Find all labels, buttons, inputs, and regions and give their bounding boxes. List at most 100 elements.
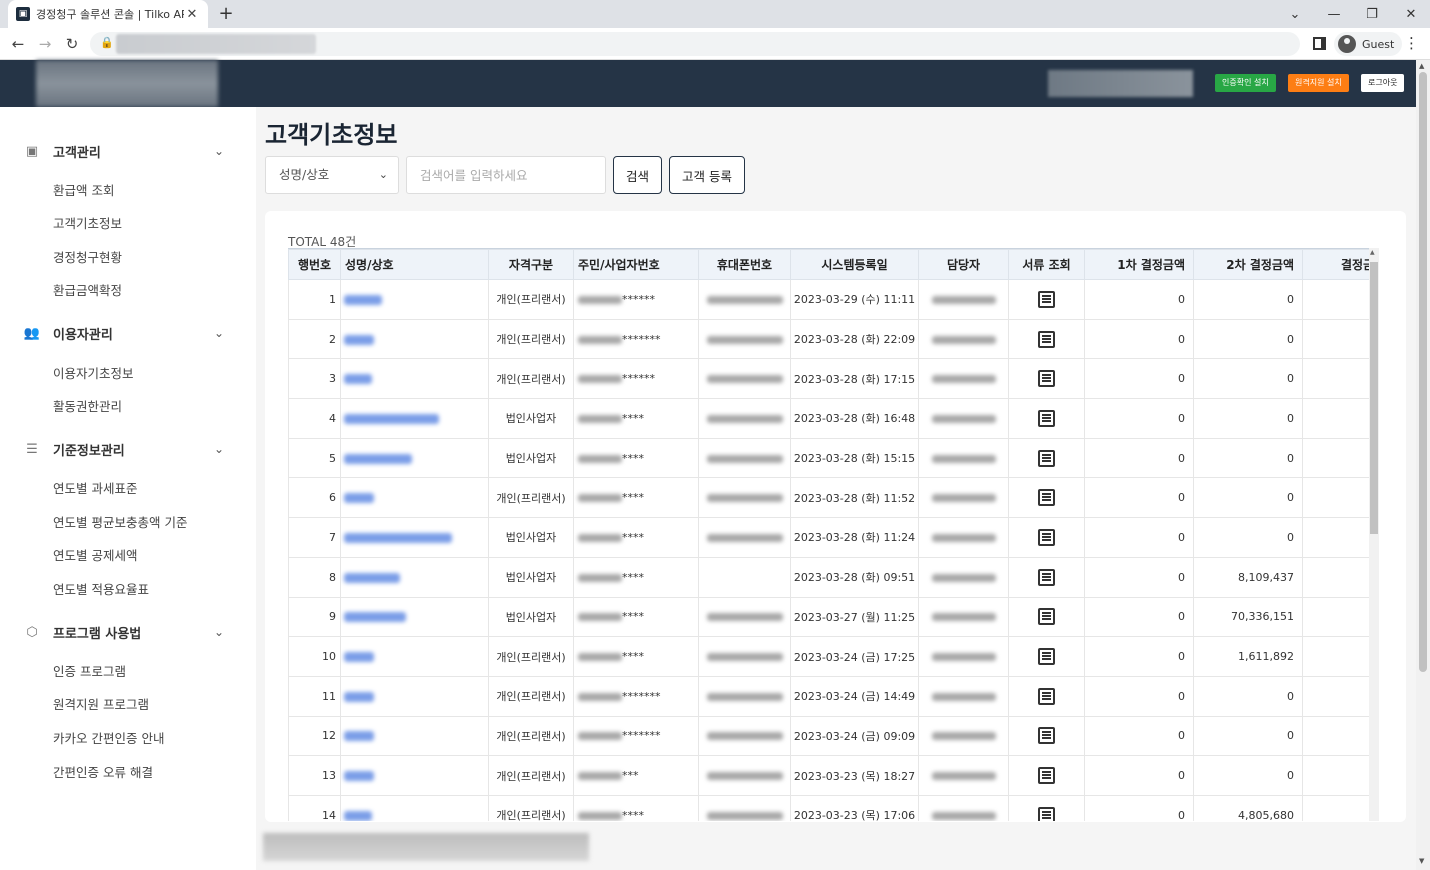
table-row[interactable]: 10 개인(프리랜서) **** 2023-03-24 (금) 17:25 0 1,611… <box>288 636 1370 677</box>
sidebar-item-refund-confirm[interactable]: 환급금액확정 <box>53 280 122 299</box>
sidebar-item-cert-program[interactable]: 인증 프로그램 <box>53 661 126 680</box>
table-row[interactable]: 9 법인사업자 **** 2023-03-27 (월) 11:25 0 70,336,15… <box>288 596 1370 638</box>
search-field-select[interactable]: 성명/상호 ⌄ <box>265 156 399 194</box>
search-button[interactable]: 검색 <box>613 156 662 194</box>
sidebar-item-permissions[interactable]: 활동권한관리 <box>53 396 122 415</box>
customer-name-link[interactable] <box>340 596 489 638</box>
customer-name-link[interactable] <box>340 279 489 320</box>
side-panel-icon[interactable] <box>1313 37 1326 50</box>
customer-table-wrap[interactable]: 행번호 성명/상호 자격구분 주민/사업자번호 휴대폰번호 시스템등록일 담당자… <box>288 248 1370 821</box>
reload-icon[interactable]: ↻ <box>62 34 82 54</box>
table-row[interactable]: 7 법인사업자 **** 2023-03-28 (화) 11:24 0 0 <box>288 517 1370 558</box>
page-scrollbar-thumb[interactable] <box>1419 72 1427 672</box>
sidebar-section-program-guide[interactable]: ⬡ 프로그램 사용법 ⌄ <box>0 617 256 647</box>
add-customer-button[interactable]: 고객 등록 <box>669 156 745 194</box>
sidebar-section-users[interactable]: 👥 이용자관리 ⌄ <box>0 318 256 348</box>
profile-button[interactable]: Guest <box>1334 32 1403 56</box>
new-tab-button[interactable]: + <box>216 4 236 24</box>
document-list-icon[interactable] <box>1038 648 1055 666</box>
document-view[interactable] <box>1008 517 1085 558</box>
sidebar-item-tax-base[interactable]: 연도별 과세표준 <box>53 478 137 497</box>
document-view[interactable] <box>1008 755 1085 796</box>
sidebar-item-user-info[interactable]: 이용자기초정보 <box>53 363 134 382</box>
window-close-icon[interactable]: ✕ <box>1392 0 1430 28</box>
customer-name-link[interactable] <box>340 675 489 717</box>
document-view[interactable] <box>1008 398 1085 439</box>
customer-name-link[interactable] <box>340 437 489 479</box>
scroll-down-icon[interactable]: ▼ <box>1419 857 1424 865</box>
col-row-no[interactable]: 행번호 <box>288 249 341 280</box>
document-list-icon[interactable] <box>1038 608 1055 626</box>
customer-name-link[interactable] <box>340 755 489 796</box>
document-view[interactable] <box>1008 279 1085 320</box>
page-scrollbar[interactable]: ▲ ▼ <box>1416 60 1430 870</box>
search-input[interactable] <box>406 156 606 194</box>
remote-install-button[interactable]: 원격지원 설치 <box>1288 74 1349 92</box>
document-view[interactable] <box>1008 358 1085 400</box>
customer-name-link[interactable] <box>340 318 489 360</box>
col-amount-final[interactable]: 결정금액 <box>1302 249 1370 280</box>
sidebar-item-avg-supplement[interactable]: 연도별 평균보충총액 기준 <box>53 512 187 531</box>
cert-install-button[interactable]: 인증확인 설치 <box>1215 74 1276 92</box>
customer-name-link[interactable] <box>340 398 489 439</box>
document-list-icon[interactable] <box>1038 528 1055 546</box>
col-reg-date[interactable]: 시스템등록일 <box>790 249 919 280</box>
logout-button[interactable]: 로그아웃 <box>1361 74 1405 92</box>
table-row[interactable]: 5 법인사업자 **** 2023-03-28 (화) 15:15 0 0 <box>288 437 1370 479</box>
document-view[interactable] <box>1008 794 1085 821</box>
sidebar-section-reference[interactable]: ☰ 기준정보관리 ⌄ <box>0 434 256 464</box>
document-view[interactable] <box>1008 636 1085 677</box>
col-id-number[interactable]: 주민/사업자번호 <box>573 249 699 280</box>
document-view[interactable] <box>1008 556 1085 598</box>
customer-name-link[interactable] <box>340 636 489 677</box>
table-row[interactable]: 14 개인(프리랜서) **** 2023-03-23 (목) 17:06 0 4,805… <box>288 794 1370 821</box>
customer-name-link[interactable] <box>340 477 489 519</box>
customer-name-link[interactable] <box>340 517 489 558</box>
document-list-icon[interactable] <box>1038 330 1055 348</box>
table-row[interactable]: 2 개인(프리랜서) ******* 2023-03-28 (화) 22:09 0 0 <box>288 318 1370 360</box>
document-view[interactable] <box>1008 318 1085 360</box>
document-view[interactable] <box>1008 437 1085 479</box>
col-documents[interactable]: 서류 조회 <box>1008 249 1085 280</box>
document-list-icon[interactable] <box>1038 290 1055 308</box>
tab-search-chevron-icon[interactable]: ⌄ <box>1276 0 1314 28</box>
document-view[interactable] <box>1008 477 1085 519</box>
table-row[interactable]: 12 개인(프리랜서) ******* 2023-03-24 (금) 09:09 0 0 <box>288 715 1370 757</box>
sidebar-item-remote-program[interactable]: 원격지원 프로그램 <box>53 694 149 713</box>
document-list-icon[interactable] <box>1038 687 1055 705</box>
logo[interactable] <box>36 60 218 107</box>
table-scrollbar-thumb[interactable] <box>1370 262 1378 534</box>
col-phone[interactable]: 휴대폰번호 <box>698 249 791 280</box>
document-list-icon[interactable] <box>1038 568 1055 586</box>
customer-name-link[interactable] <box>340 358 489 400</box>
sidebar-item-deduction[interactable]: 연도별 공제세액 <box>53 545 137 564</box>
scroll-up-icon[interactable]: ▲ <box>1370 249 1375 256</box>
document-view[interactable] <box>1008 675 1085 717</box>
table-row[interactable]: 3 개인(프리랜서) ****** 2023-03-28 (화) 17:15 0 0 <box>288 358 1370 400</box>
minimize-icon[interactable]: — <box>1315 0 1353 28</box>
table-row[interactable]: 1 개인(프리랜서) ****** 2023-03-29 (수) 11:11 0 0 <box>288 279 1370 320</box>
document-list-icon[interactable] <box>1038 806 1055 821</box>
document-list-icon[interactable] <box>1038 409 1055 427</box>
browser-menu-icon[interactable]: ⋮ <box>1404 34 1419 52</box>
document-view[interactable] <box>1008 715 1085 757</box>
scroll-up-icon[interactable]: ▲ <box>1419 62 1424 70</box>
back-icon[interactable]: ← <box>8 34 28 54</box>
document-view[interactable] <box>1008 596 1085 638</box>
table-row[interactable]: 4 법인사업자 **** 2023-03-28 (화) 16:48 0 0 <box>288 398 1370 439</box>
sidebar-item-kakao-guide[interactable]: 카카오 간편인증 안내 <box>53 728 164 747</box>
col-manager[interactable]: 담당자 <box>918 249 1009 280</box>
sidebar-section-customer[interactable]: ▣ 고객관리 ⌄ <box>0 136 256 166</box>
customer-name-link[interactable] <box>340 556 489 598</box>
document-list-icon[interactable] <box>1038 370 1055 388</box>
customer-name-link[interactable] <box>340 794 489 821</box>
col-name[interactable]: 성명/상호 <box>340 249 489 280</box>
document-list-icon[interactable] <box>1038 727 1055 745</box>
sidebar-item-rate-table[interactable]: 연도별 적용요율표 <box>53 579 149 598</box>
sidebar-item-customer-info[interactable]: 고객기초정보 <box>53 213 122 232</box>
col-type[interactable]: 자격구분 <box>488 249 574 280</box>
table-scrollbar[interactable]: ▲ <box>1369 248 1379 821</box>
browser-tab[interactable]: ▣ 경정청구 솔루션 콘솔 | Tilko API ✕ <box>8 0 208 28</box>
table-row[interactable]: 6 개인(프리랜서) **** 2023-03-28 (화) 11:52 0 0 <box>288 477 1370 519</box>
customer-name-link[interactable] <box>340 715 489 757</box>
